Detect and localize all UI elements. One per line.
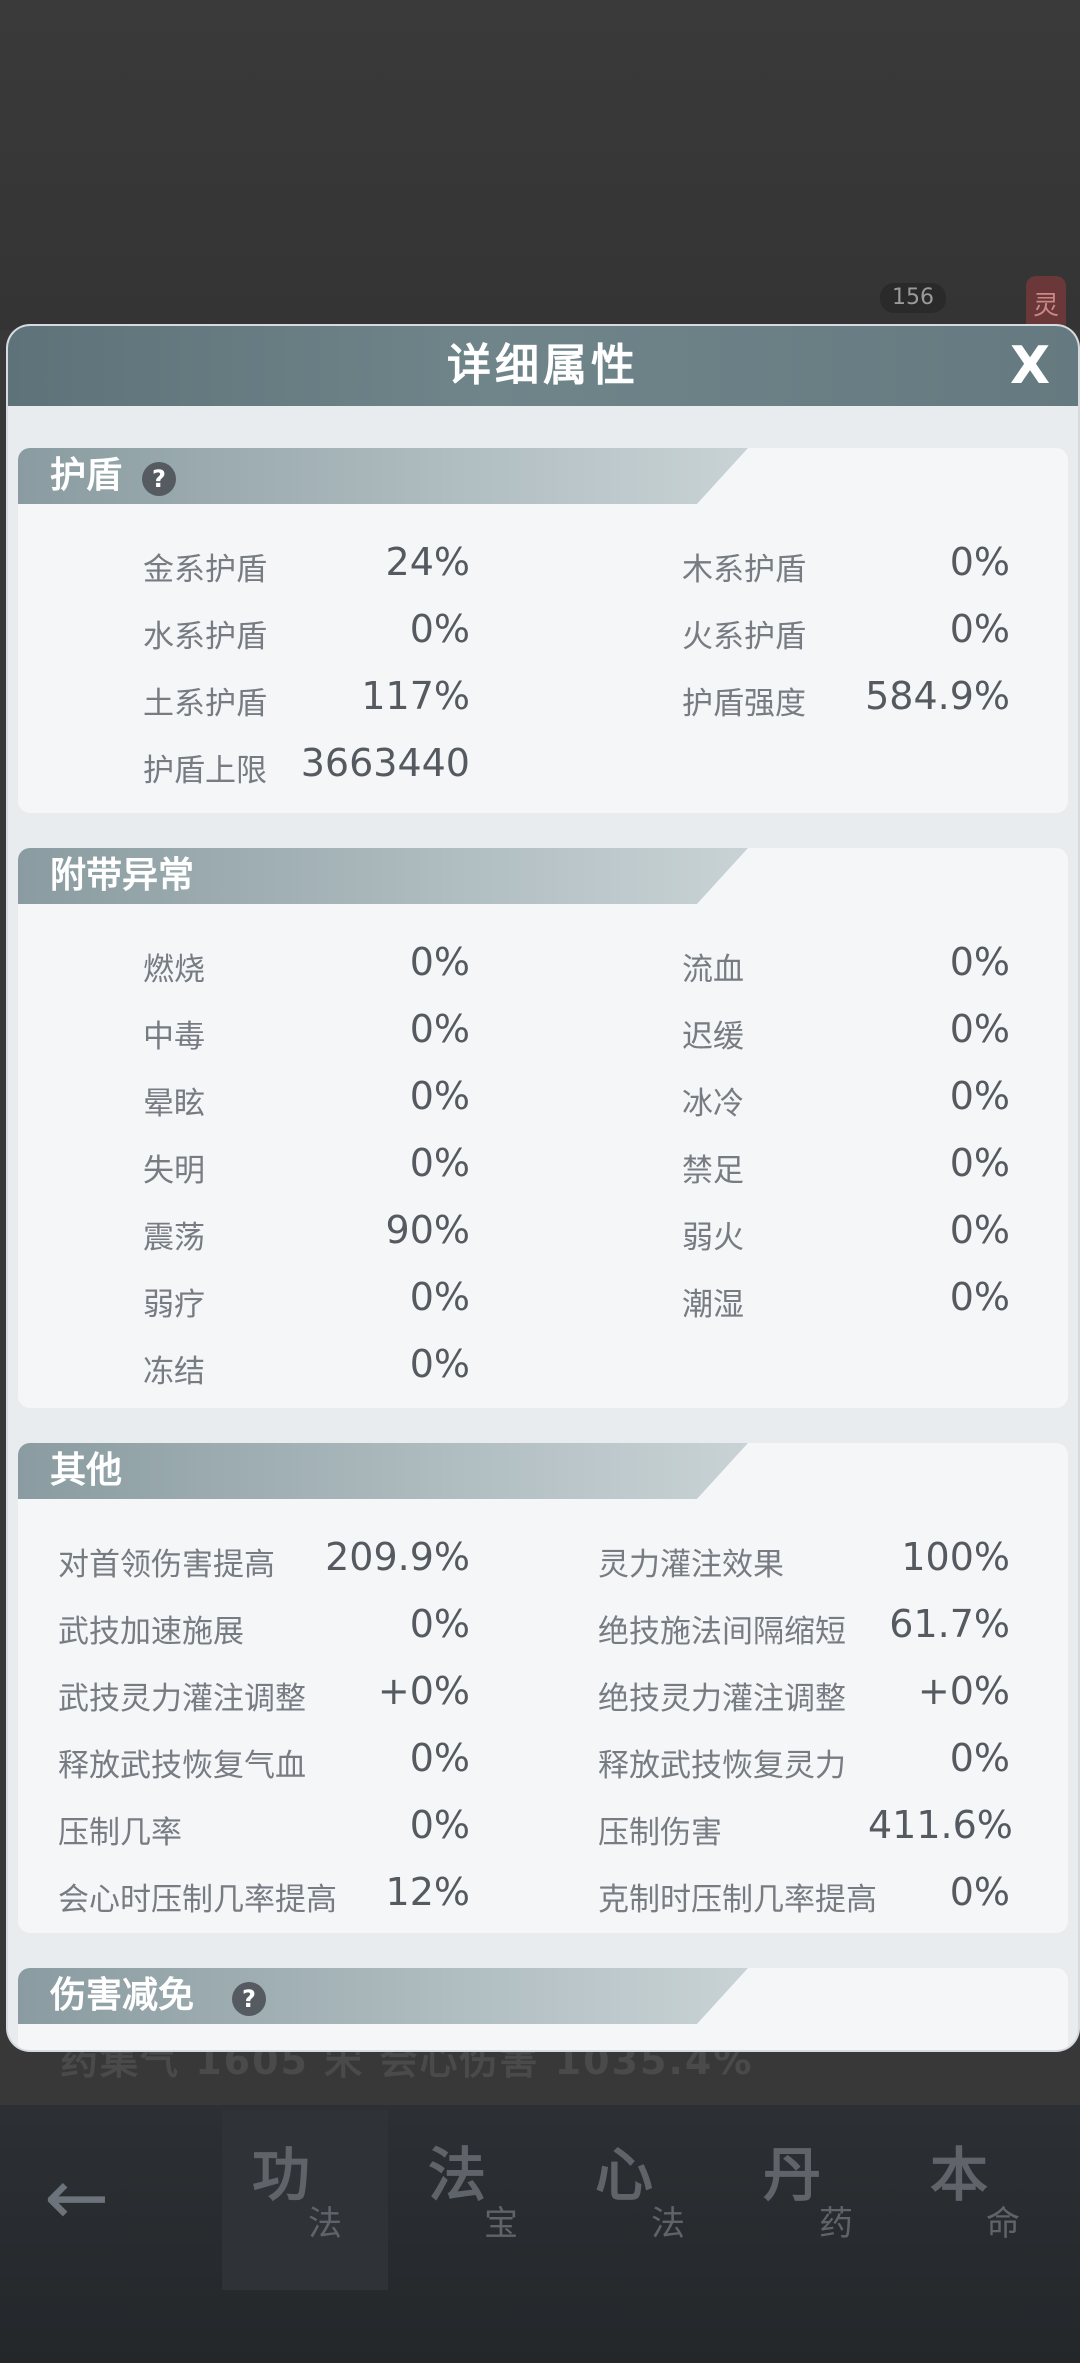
- nav-tab-xinfa[interactable]: 心 法: [565, 2110, 731, 2290]
- stat-label: 护盾强度: [682, 686, 806, 722]
- nav-tab-sub-char: 命: [986, 2204, 1020, 2244]
- stat-value: 0%: [949, 1141, 1010, 1185]
- stat-label: 冰冷: [682, 1086, 744, 1122]
- stat-value: +0%: [377, 1669, 470, 1713]
- stat-label: 克制时压制几率提高: [598, 1882, 877, 1918]
- stat-value: 0%: [949, 940, 1010, 984]
- stat-value: 0%: [949, 1208, 1010, 1252]
- section-abnormal: 附带异常 燃烧 0% 流血 0% 中毒 0% 迟缓 0% 晕眩 0% 冰冷 0%…: [18, 848, 1068, 1408]
- stat-value: 0%: [409, 1342, 470, 1386]
- stat-value: 0%: [949, 1870, 1010, 1914]
- stat-label: 弱疗: [143, 1287, 205, 1323]
- stat-label: 火系护盾: [682, 619, 806, 655]
- stat-label: 晕眩: [143, 1086, 205, 1122]
- stat-label: 中毒: [143, 1019, 205, 1055]
- stat-value: 0%: [949, 1074, 1010, 1118]
- stat-value: 0%: [409, 940, 470, 984]
- stat-label: 绝技施法间隔缩短: [598, 1614, 846, 1650]
- stat-value: 61.7%: [889, 1602, 1010, 1646]
- section-other: 其他 对首领伤害提高 209.9% 灵力灌注效果 100% 武技加速施展 0% …: [18, 1443, 1068, 1933]
- nav-tab-fabao[interactable]: 法 宝: [398, 2110, 564, 2290]
- dialog-title: 详细属性: [447, 340, 639, 391]
- stat-label: 会心时压制几率提高: [58, 1882, 337, 1918]
- nav-tab-benming[interactable]: 本 命: [900, 2110, 1066, 2290]
- stat-label: 压制伤害: [598, 1815, 722, 1851]
- background-top-area: [0, 0, 1080, 330]
- stat-value: 100%: [901, 1535, 1010, 1579]
- nav-tab-danyao[interactable]: 丹 药: [733, 2110, 899, 2290]
- detail-attributes-dialog: 详细属性 X 护盾 ? 金系护盾 24% 木系护盾 0% 水系护盾 0% 火系护…: [8, 326, 1078, 2050]
- stat-label: 土系护盾: [143, 686, 267, 722]
- stat-value: 0%: [949, 607, 1010, 651]
- stat-label: 压制几率: [58, 1815, 182, 1851]
- stat-value: 0%: [409, 1141, 470, 1185]
- stat-label: 释放武技恢复气血: [58, 1748, 306, 1784]
- stat-label: 潮湿: [682, 1287, 744, 1323]
- stat-value: 117%: [361, 674, 470, 718]
- stat-value: 0%: [949, 540, 1010, 584]
- stat-value: 0%: [409, 1074, 470, 1118]
- section-header-bar: [18, 1443, 748, 1499]
- nav-tab-sub-char: 法: [651, 2204, 685, 2244]
- stat-value: 0%: [409, 1803, 470, 1847]
- stat-value: 0%: [409, 1007, 470, 1051]
- nav-tab-main-char: 本: [930, 2141, 989, 2209]
- stat-label: 灵力灌注效果: [598, 1547, 784, 1583]
- nav-tab-main-char: 法: [428, 2141, 487, 2209]
- stat-label: 木系护盾: [682, 552, 806, 588]
- stat-value: 90%: [385, 1208, 470, 1252]
- section-title: 伤害减免: [50, 1975, 195, 2016]
- stat-label: 迟缓: [682, 1019, 744, 1055]
- stat-label: 水系护盾: [143, 619, 267, 655]
- stat-label: 失明: [143, 1153, 205, 1189]
- stat-value: 24%: [385, 540, 470, 584]
- stat-label: 金系护盾: [143, 552, 267, 588]
- help-icon[interactable]: ?: [232, 1982, 266, 2016]
- stat-value: 0%: [409, 607, 470, 651]
- close-button[interactable]: X: [1000, 336, 1060, 396]
- background-counter-badge: 156: [880, 283, 946, 313]
- nav-tab-sub-char: 药: [819, 2204, 853, 2244]
- stat-label: 冻结: [143, 1354, 205, 1390]
- stat-label: 震荡: [143, 1220, 205, 1256]
- nav-tab-main-char: 丹: [763, 2141, 822, 2209]
- stat-value: 0%: [409, 1275, 470, 1319]
- help-icon[interactable]: ?: [142, 462, 176, 496]
- stat-label: 弱火: [682, 1220, 744, 1256]
- nav-tab-main-char: 心: [595, 2141, 654, 2209]
- stat-value: 12%: [385, 1870, 470, 1914]
- section-header-bar: [18, 448, 748, 504]
- nav-tab-gongfa[interactable]: 功 法: [222, 2110, 388, 2290]
- stat-label: 武技加速施展: [58, 1614, 244, 1650]
- stat-value: 3663440: [300, 741, 470, 785]
- stat-value: 0%: [409, 1602, 470, 1646]
- nav-tab-sub-char: 法: [308, 2204, 342, 2244]
- stat-label: 禁足: [682, 1153, 744, 1189]
- back-arrow-icon[interactable]: ←: [44, 2158, 144, 2238]
- stat-label: 流血: [682, 952, 744, 988]
- stat-value: 0%: [949, 1275, 1010, 1319]
- stat-label: 对首领伤害提高: [58, 1547, 275, 1583]
- stat-value: 0%: [409, 1736, 470, 1780]
- nav-tab-main-char: 功: [252, 2141, 311, 2209]
- stat-label: 护盾上限: [143, 753, 267, 789]
- section-damage-reduction: 伤害减免 ?: [18, 1968, 1068, 2050]
- section-title: 其他: [50, 1450, 123, 1491]
- stat-label: 燃烧: [143, 952, 205, 988]
- stat-label: 绝技灵力灌注调整: [598, 1681, 846, 1717]
- stat-value: 411.6%: [868, 1803, 1013, 1847]
- section-shield: 护盾 ? 金系护盾 24% 木系护盾 0% 水系护盾 0% 火系护盾 0% 土系…: [18, 448, 1068, 813]
- stat-value: 0%: [949, 1007, 1010, 1051]
- stat-label: 释放武技恢复灵力: [598, 1748, 846, 1784]
- nav-tab-sub-char: 宝: [484, 2204, 518, 2244]
- stat-value: 209.9%: [325, 1535, 470, 1579]
- stat-value: 0%: [949, 1736, 1010, 1780]
- section-title: 附带异常: [50, 855, 195, 896]
- stat-value: 584.9%: [865, 674, 1010, 718]
- section-title: 护盾: [50, 455, 123, 496]
- stat-label: 武技灵力灌注调整: [58, 1681, 306, 1717]
- stat-value: +0%: [917, 1669, 1010, 1713]
